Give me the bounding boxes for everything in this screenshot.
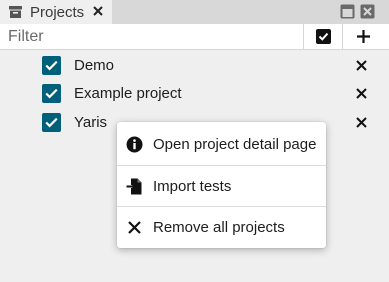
menu-item-label: Remove all projects (153, 219, 285, 236)
project-label: Demo (74, 57, 115, 74)
toolbar (0, 24, 389, 50)
window-restore-icon[interactable] (340, 4, 355, 19)
context-menu: Open project detail page Import tests Re… (117, 122, 326, 248)
archive-box-icon (9, 6, 22, 18)
list-item[interactable]: Example project (0, 79, 389, 108)
remove-project-icon[interactable] (355, 59, 368, 72)
menu-item-remove-all-projects[interactable]: Remove all projects (117, 207, 326, 247)
checkbox-checked-icon (315, 29, 331, 44)
filter-input[interactable] (0, 24, 302, 49)
project-label: Yaris (74, 114, 108, 131)
checkmark-icon (45, 88, 58, 99)
project-checkbox[interactable] (42, 56, 61, 75)
menu-item-open-project-detail[interactable]: Open project detail page (117, 124, 326, 164)
project-label: Example project (74, 85, 182, 102)
plus-icon (356, 30, 370, 43)
remove-project-icon[interactable] (355, 87, 368, 100)
checkmark-icon (45, 60, 58, 71)
close-icon[interactable] (92, 4, 104, 18)
project-checkbox[interactable] (42, 84, 61, 103)
tab-bar: Projects (0, 0, 389, 24)
menu-item-label: Open project detail page (153, 136, 317, 153)
info-circle-icon (126, 136, 143, 153)
list-item[interactable]: Demo (0, 51, 389, 80)
tab-projects[interactable]: Projects (0, 0, 112, 24)
select-all-button[interactable] (304, 24, 342, 49)
add-project-button[interactable] (343, 24, 383, 49)
checkmark-icon (45, 117, 58, 128)
project-checkbox[interactable] (42, 113, 61, 132)
menu-item-label: Import tests (153, 178, 232, 195)
menu-item-import-tests[interactable]: Import tests (117, 166, 326, 206)
remove-project-icon[interactable] (355, 116, 368, 129)
window-close-icon[interactable] (360, 4, 375, 19)
tab-label: Projects (30, 4, 85, 21)
close-icon (128, 221, 141, 234)
file-import-icon (126, 178, 142, 195)
